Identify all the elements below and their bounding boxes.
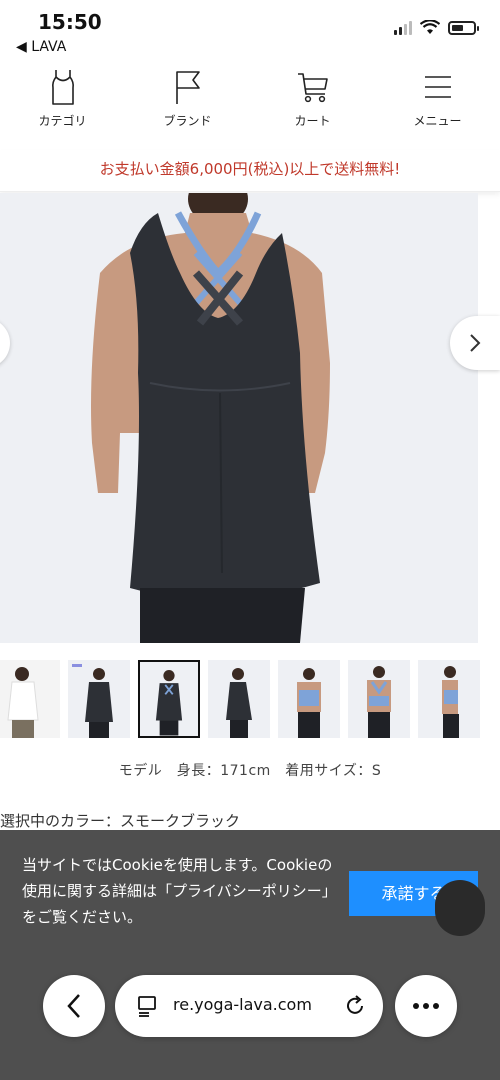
more-options-button[interactable]	[395, 975, 457, 1037]
flag-icon	[175, 71, 200, 104]
page: 15:50 ◀ LAVA カテゴリ ブランド カート メニュー お支払い金額6,…	[0, 0, 500, 1080]
scroll-to-top-button[interactable]	[435, 880, 485, 936]
nav-label: カテゴリ	[38, 114, 87, 128]
thumbnail[interactable]	[208, 660, 270, 738]
thumbnail[interactable]	[348, 660, 410, 738]
status-time: 15:50	[38, 10, 102, 34]
status-icons	[394, 20, 479, 35]
product-main-image[interactable]	[0, 193, 478, 643]
chevron-left-icon	[67, 994, 80, 1018]
browser-back-button[interactable]	[43, 975, 105, 1037]
next-image-button[interactable]	[450, 316, 500, 370]
nav-category[interactable]: カテゴリ	[0, 68, 125, 144]
chevron-right-icon	[470, 334, 481, 352]
product-photo	[0, 193, 478, 643]
nav-brand[interactable]: ブランド	[125, 68, 250, 144]
model-info: モデル 身長：171cm 着用サイズ：S	[118, 763, 382, 779]
reload-icon[interactable]	[343, 994, 367, 1018]
free-shipping-banner: お支払い金額6,000円(税込)以上で送料無料!	[0, 150, 500, 192]
battery-icon	[448, 20, 479, 35]
menu-icon	[424, 76, 451, 98]
cart-icon	[297, 73, 328, 103]
nav-label: ブランド	[163, 114, 212, 128]
page-menu-icon	[138, 996, 156, 1017]
more-icon	[413, 1003, 439, 1009]
thumbnail-selected[interactable]	[138, 660, 200, 738]
cellular-signal-icon	[394, 20, 412, 35]
back-to-app-link[interactable]: ◀ LAVA	[16, 39, 66, 55]
cookie-banner: 当サイトではCookieを使用します。Cookieの使用に関する詳細は「プライバ…	[0, 830, 500, 1080]
cookie-message: 当サイトではCookieを使用します。Cookieの使用に関する詳細は「プライバ…	[22, 856, 337, 926]
tank-top-icon	[51, 70, 74, 105]
thumbnail[interactable]	[418, 660, 480, 738]
nav-label: メニュー	[413, 114, 462, 128]
thumbnail[interactable]	[0, 660, 60, 738]
selected-color-label: 選択中のカラー：スモークブラック	[0, 812, 241, 830]
wifi-icon	[420, 20, 440, 34]
thumbnail[interactable]	[278, 660, 340, 738]
nav-label: カート	[294, 114, 331, 128]
address-bar[interactable]: re.yoga-lava.com	[115, 975, 383, 1037]
main-nav: カテゴリ ブランド カート メニュー	[0, 68, 500, 144]
nav-menu[interactable]: メニュー	[375, 68, 500, 144]
nav-cart[interactable]: カート	[250, 68, 375, 144]
url-text: re.yoga-lava.com	[173, 995, 312, 1014]
status-bar: 15:50 ◀ LAVA	[0, 0, 500, 64]
thumbnail[interactable]	[68, 660, 130, 738]
thumbnail-strip	[0, 660, 500, 744]
